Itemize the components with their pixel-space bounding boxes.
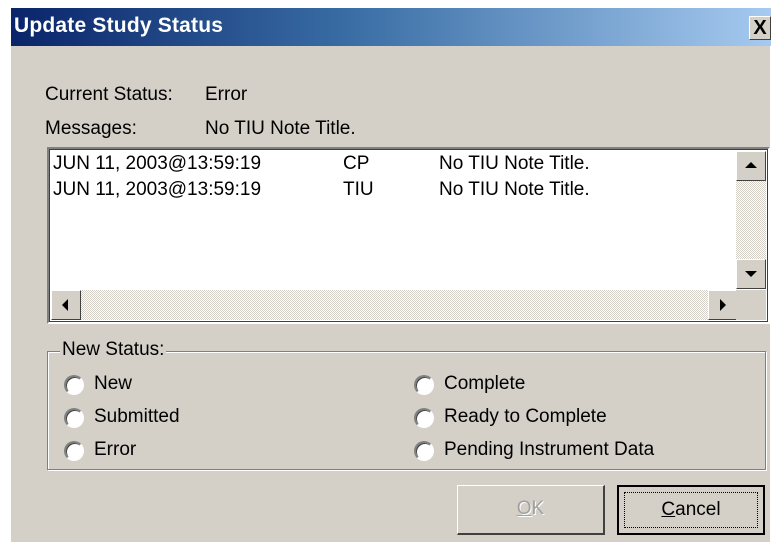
message-source: TIU bbox=[343, 179, 374, 200]
scroll-down-arrow-icon bbox=[745, 271, 757, 277]
horizontal-scrollbar[interactable] bbox=[51, 290, 738, 320]
radio-label: Pending Instrument Data bbox=[444, 439, 655, 460]
scroll-left-button[interactable] bbox=[51, 290, 81, 320]
scroll-left-arrow-icon bbox=[62, 299, 68, 311]
ok-button[interactable]: OK bbox=[457, 485, 605, 535]
scroll-down-button[interactable] bbox=[736, 259, 766, 289]
messages-value: No TIU Note Title. bbox=[205, 118, 356, 139]
radio-label: Error bbox=[94, 439, 137, 460]
window-title: Update Study Status bbox=[14, 14, 224, 37]
radio-label: New bbox=[94, 373, 133, 394]
scroll-up-arrow-icon bbox=[745, 162, 757, 168]
radio-button[interactable] bbox=[64, 408, 84, 428]
radio-label: Ready to Complete bbox=[444, 406, 607, 427]
scroll-right-button[interactable] bbox=[708, 290, 738, 320]
new-status-legend: New Status: bbox=[60, 339, 167, 361]
message-text: No TIU Note Title. bbox=[439, 179, 590, 200]
scroll-right-arrow-icon bbox=[720, 299, 726, 311]
new-status-group: New Status: New Submitted Error Complete… bbox=[47, 339, 766, 470]
ok-button-label: OK bbox=[516, 498, 545, 519]
vertical-scrollbar[interactable] bbox=[736, 151, 766, 289]
message-timestamp: JUN 11, 2003@13:59:19 bbox=[53, 153, 262, 174]
title-bar[interactable]: Update Study Status X bbox=[11, 8, 771, 46]
message-timestamp: JUN 11, 2003@13:59:19 bbox=[53, 179, 262, 200]
close-icon: X bbox=[753, 17, 767, 39]
radio-button[interactable] bbox=[64, 441, 84, 461]
current-status-label: Current Status: bbox=[45, 84, 173, 105]
radio-button[interactable] bbox=[414, 375, 434, 395]
update-study-status-dialog: Update Study Status X Current Status: Er… bbox=[10, 7, 771, 542]
cancel-button-label: Cancel bbox=[661, 499, 721, 520]
close-button[interactable]: X bbox=[749, 16, 771, 40]
scroll-up-button[interactable] bbox=[736, 151, 766, 181]
cancel-button[interactable]: Cancel bbox=[617, 485, 765, 535]
radio-button[interactable] bbox=[64, 375, 84, 395]
messages-label: Messages: bbox=[45, 118, 137, 139]
radio-button[interactable] bbox=[414, 408, 434, 428]
message-source: CP bbox=[343, 153, 370, 174]
radio-label: Submitted bbox=[94, 406, 180, 427]
scrollbar-corner bbox=[736, 290, 766, 320]
current-status-value: Error bbox=[205, 84, 248, 105]
message-text: No TIU Note Title. bbox=[439, 153, 590, 174]
radio-button[interactable] bbox=[414, 441, 434, 461]
messages-list[interactable]: JUN 11, 2003@13:59:19 CP No TIU Note Tit… bbox=[47, 147, 770, 324]
radio-label: Complete bbox=[444, 373, 526, 394]
